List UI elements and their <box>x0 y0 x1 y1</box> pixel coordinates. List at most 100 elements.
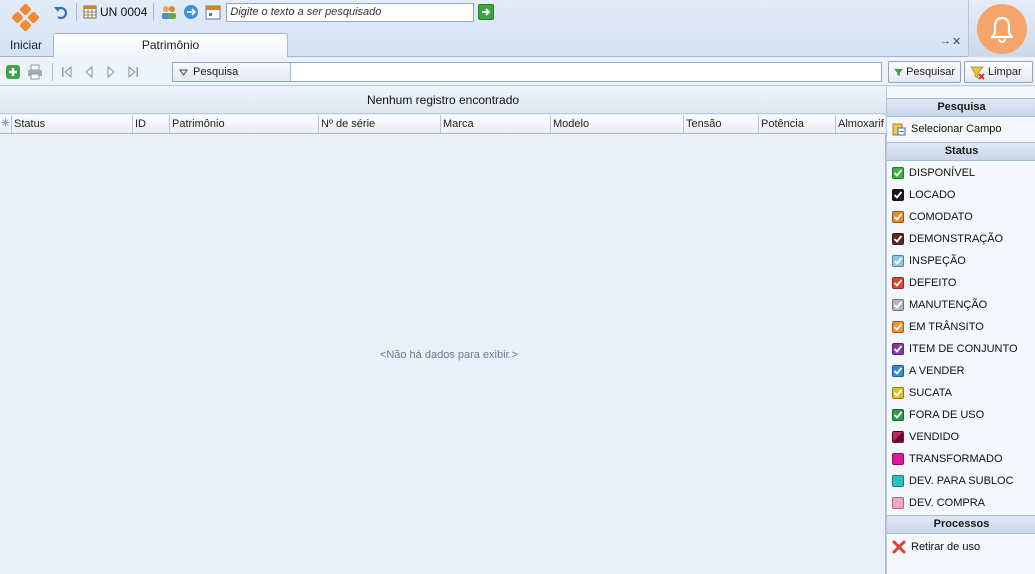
status-filter-item[interactable]: VENDIDO <box>892 428 959 446</box>
column-header-patrimonio[interactable]: Patrimônio <box>170 115 319 133</box>
pin-icon[interactable]: → <box>940 35 951 48</box>
close-icon[interactable]: ✕ <box>952 35 961 48</box>
filter-input[interactable] <box>292 63 881 81</box>
toolbar-separator <box>52 63 53 81</box>
checkbox-checked-icon[interactable] <box>892 255 904 267</box>
status-filter-item[interactable]: SUCATA <box>892 384 952 402</box>
column-options-icon[interactable] <box>0 115 12 133</box>
status-filter-item[interactable]: COMODATO <box>892 208 973 226</box>
search-button[interactable]: Pesquisar <box>888 61 961 83</box>
status-filter-item[interactable]: DISPONÍVEL <box>892 164 975 182</box>
column-header-voltage[interactable]: Tensão <box>684 115 759 133</box>
status-filter-label: A VENDER <box>909 365 965 377</box>
quick-toolbar: UN 0004 <box>52 1 495 23</box>
checkbox-checked-icon[interactable] <box>892 321 904 333</box>
clear-button[interactable]: Limpar <box>964 61 1033 83</box>
status-filter-label: TRANSFORMADO <box>909 453 1003 465</box>
status-filter-label: DISPONÍVEL <box>909 167 976 179</box>
color-swatch-icon[interactable] <box>892 431 904 443</box>
checkbox-checked-icon[interactable] <box>892 387 904 399</box>
status-filter-item[interactable]: ITEM DE CONJUNTO <box>892 340 1018 358</box>
checkbox-checked-icon[interactable] <box>892 409 904 421</box>
bell-icon <box>977 3 1027 54</box>
status-filter-label: DEV. COMPRA <box>909 497 986 509</box>
status-filter-item[interactable]: DEV. COMPRA <box>892 494 985 512</box>
window-calendar-icon[interactable] <box>204 3 222 21</box>
calendar-grid-icon <box>83 5 97 19</box>
status-filter-item[interactable]: EM TRÂNSITO <box>892 318 984 336</box>
column-header-power[interactable]: Potência <box>759 115 836 133</box>
sync-icon[interactable] <box>182 3 200 21</box>
status-filter-item[interactable]: MANUTENÇÃO <box>892 296 987 314</box>
add-icon[interactable] <box>4 63 22 81</box>
next-record-icon[interactable] <box>102 63 120 81</box>
column-header-id[interactable]: ID <box>133 115 170 133</box>
status-filter-item[interactable]: TRANSFORMADO <box>892 450 1003 468</box>
filter-field-label: Pesquisa <box>193 66 239 78</box>
status-filter-item[interactable]: DEFEITO <box>892 274 956 292</box>
tab-controls: → ✕ <box>940 35 961 48</box>
checkbox-checked-icon[interactable] <box>892 233 904 245</box>
status-filter-item[interactable]: DEMONSTRAÇÃO <box>892 230 1003 248</box>
unit-selector[interactable]: UN 0004 <box>83 5 147 19</box>
previous-record-icon[interactable] <box>80 63 98 81</box>
grid-empty-message: <Não há dados para exibir.> <box>379 349 519 361</box>
checkbox-checked-icon[interactable] <box>892 167 904 179</box>
arrow-right-icon <box>482 8 491 16</box>
checkbox-checked-icon[interactable] <box>892 277 904 289</box>
print-icon[interactable] <box>26 63 44 81</box>
status-filter-label: ITEM DE CONJUNTO <box>909 343 1018 355</box>
top-bar: Iniciar UN 0004 Patrimônio → ✕ <box>0 0 1035 57</box>
global-search-input[interactable] <box>226 2 475 22</box>
search-button-label: Pesquisar <box>906 66 955 78</box>
column-header-serial-number[interactable]: Nº de série <box>319 115 441 133</box>
start-button[interactable]: Iniciar <box>0 0 52 57</box>
color-swatch-icon[interactable] <box>892 453 904 465</box>
panel-section-search: Pesquisa <box>887 98 1035 117</box>
status-filter-label: FORA DE USO <box>909 409 985 421</box>
filter-field-select[interactable]: Pesquisa <box>173 63 291 81</box>
column-header-warehouse[interactable]: Almoxarif <box>836 115 886 133</box>
status-filter-label: COMODATO <box>909 211 973 223</box>
checkbox-checked-icon[interactable] <box>892 343 904 355</box>
action-toolbar: Pesquisa Pesquisar Limpar <box>0 58 1035 86</box>
panel-section-status: Status <box>887 142 1035 161</box>
status-filter-item[interactable]: DEV. PARA SUBLOC <box>892 472 1014 490</box>
toolbar-separator <box>153 3 155 21</box>
checkbox-checked-icon[interactable] <box>892 365 904 377</box>
checkbox-checked-icon[interactable] <box>892 211 904 223</box>
side-panel: Pesquisa Selecionar Campo Status DISPONÍ… <box>886 87 1035 574</box>
first-record-icon[interactable] <box>58 63 76 81</box>
select-field-button[interactable]: Selecionar Campo <box>892 120 1002 138</box>
status-filter-label: EM TRÂNSITO <box>909 321 984 333</box>
status-filter-item[interactable]: INSPEÇÃO <box>892 252 966 270</box>
column-header-brand[interactable]: Marca <box>441 115 551 133</box>
data-grid: Nenhum registro encontrado Status ID Pat… <box>0 87 886 574</box>
clear-button-label: Limpar <box>988 66 1022 78</box>
funnel-clear-icon <box>970 66 985 80</box>
checkbox-checked-icon[interactable] <box>892 189 904 201</box>
checkbox-checked-icon[interactable] <box>892 299 904 311</box>
column-header-model[interactable]: Modelo <box>551 115 684 133</box>
retire-from-use-label: Retirar de uso <box>911 541 981 553</box>
status-filter-label: LOCADO <box>909 189 956 201</box>
color-swatch-icon[interactable] <box>892 497 904 509</box>
status-filter-label: MANUTENÇÃO <box>909 299 988 311</box>
funnel-icon <box>894 68 903 76</box>
tab-patrimonio[interactable]: Patrimônio <box>53 33 288 57</box>
last-record-icon[interactable] <box>124 63 142 81</box>
status-filter-item[interactable]: FORA DE USO <box>892 406 984 424</box>
column-header-status[interactable]: Status <box>12 115 133 133</box>
notifications-button[interactable] <box>968 0 1035 57</box>
status-filter-item[interactable]: LOCADO <box>892 186 955 204</box>
status-filter-item[interactable]: A VENDER <box>892 362 965 380</box>
status-filter-label: DEMONSTRAÇÃO <box>909 233 1004 245</box>
grid-status-message: Nenhum registro encontrado <box>0 87 886 114</box>
undo-icon[interactable] <box>52 3 70 21</box>
users-icon[interactable] <box>160 3 178 21</box>
color-swatch-icon[interactable] <box>892 475 904 487</box>
retire-from-use-button[interactable]: Retirar de uso <box>892 538 980 556</box>
status-filter-label: DEFEITO <box>909 277 957 289</box>
search-go-button[interactable] <box>478 4 495 20</box>
red-x-icon <box>892 540 906 554</box>
